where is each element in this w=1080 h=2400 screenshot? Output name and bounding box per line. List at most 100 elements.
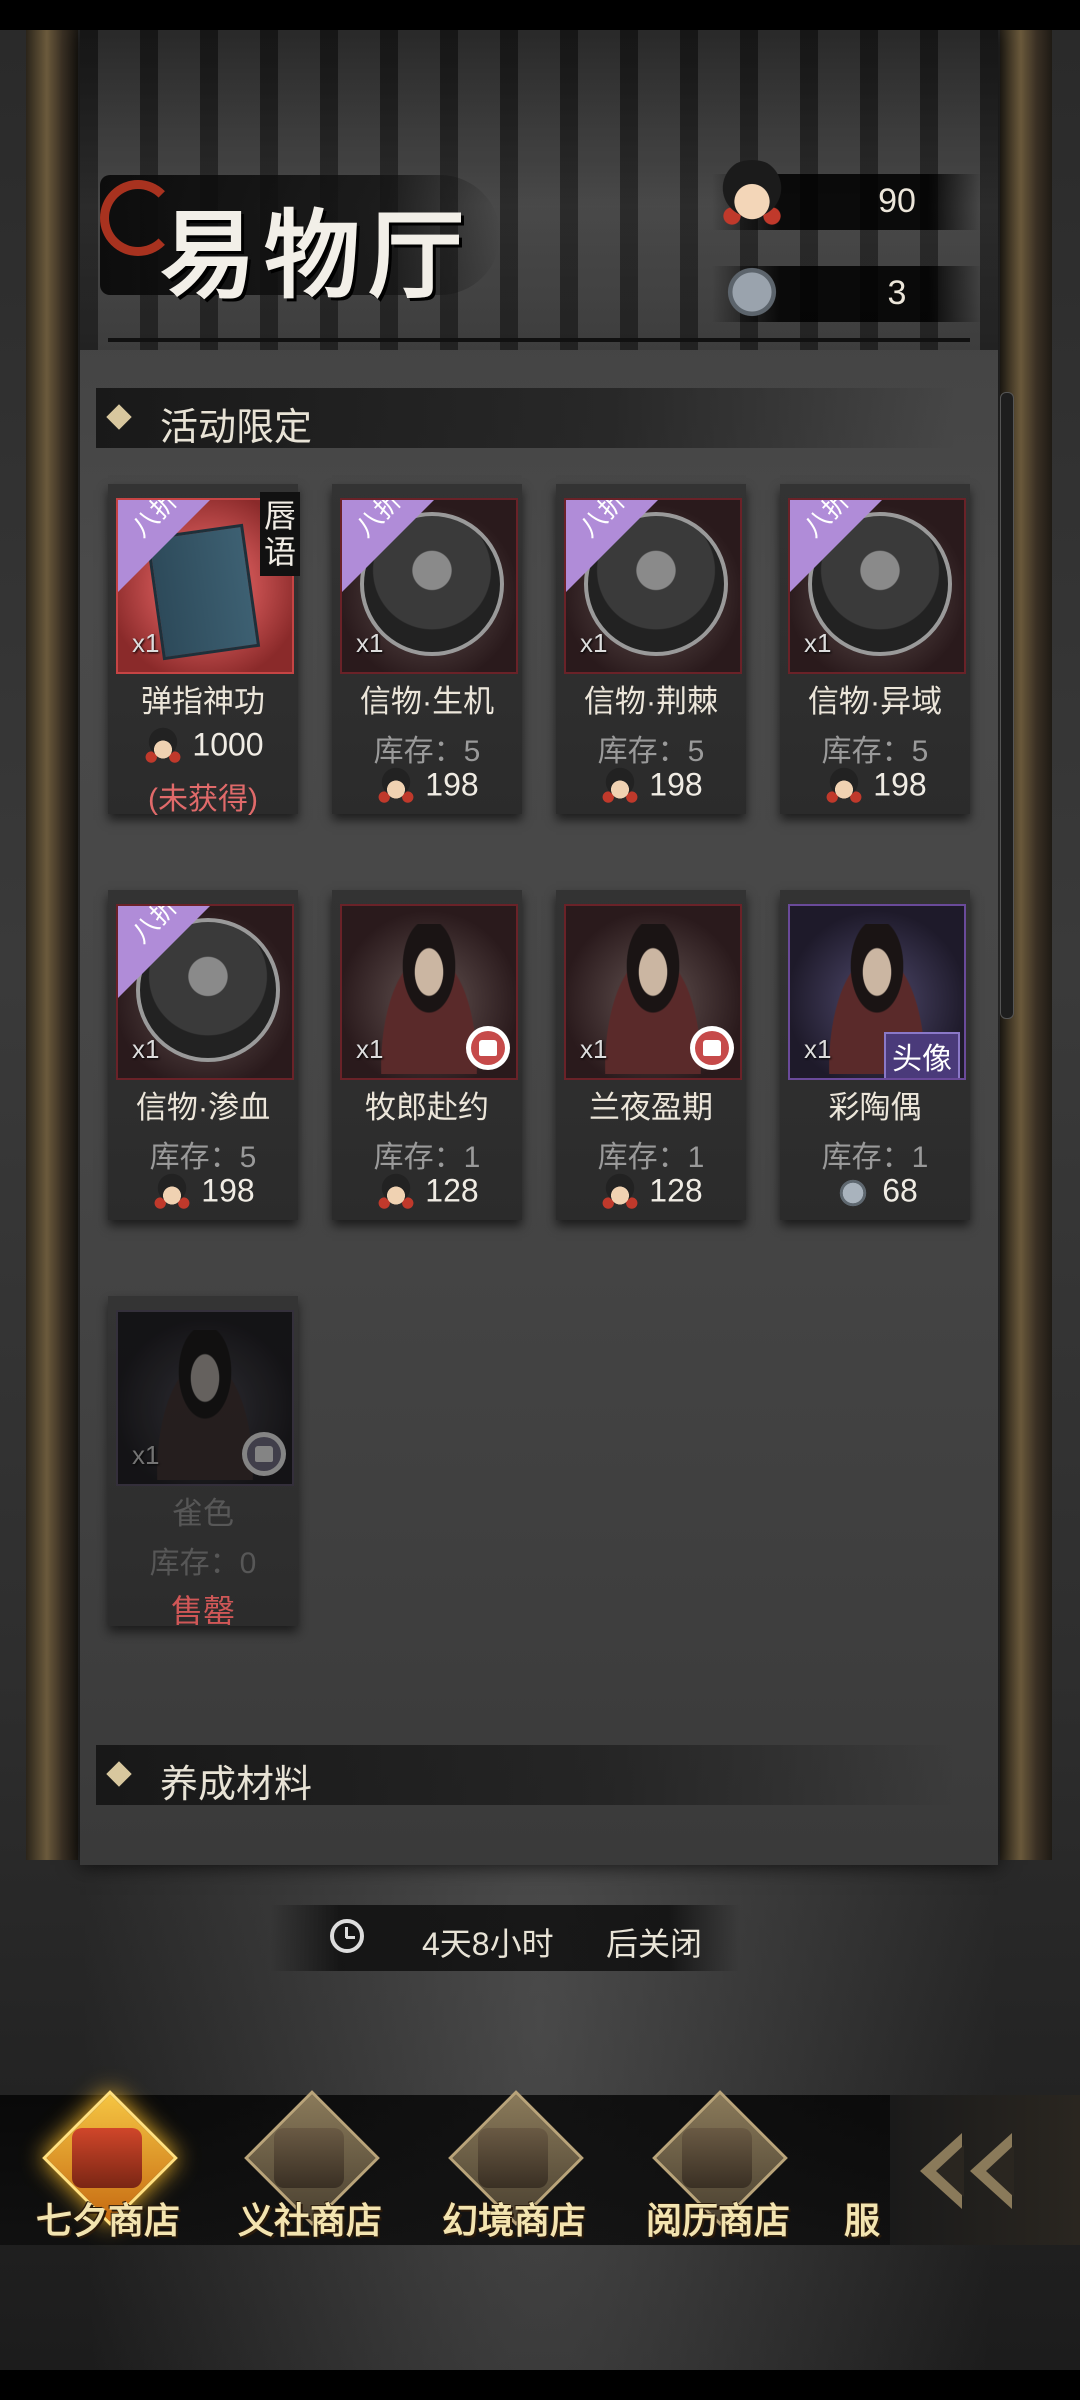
clock-icon (330, 1919, 364, 1953)
ceramic-doll-icon (823, 766, 866, 808)
item-stock: 库存：5 (149, 1141, 257, 1174)
section-header-materials: 养成材料 (96, 1745, 956, 1806)
shop-close-timer: 4天8小时 后关闭 (270, 1905, 740, 1971)
item-quantity: x1 (132, 1034, 160, 1064)
ceramic-doll-icon (375, 1172, 418, 1214)
item-thumbnail: 八折 x1 (116, 904, 294, 1080)
item-name: 信物·荆棘 (583, 684, 719, 719)
item-stock: 库存：1 (597, 1141, 705, 1174)
tab-label: 七夕商店 (35, 2200, 180, 2241)
item-quantity: x1 (580, 628, 608, 658)
outfit-icon (466, 1026, 510, 1070)
ceramic-doll-icon (151, 1172, 194, 1214)
ceramic-doll-icon (375, 766, 418, 808)
item-thumbnail: x1 (116, 1310, 294, 1486)
item-thumbnail: x1 (340, 904, 518, 1080)
shop-item-card[interactable]: x1 雀色 库存：0 售罄 (108, 1296, 298, 1629)
outfit-icon (690, 1026, 734, 1070)
section-label: 养成材料 (160, 1764, 313, 1806)
chevron-left-icon (920, 2133, 964, 2209)
item-quantity: x1 (580, 1034, 608, 1064)
item-price: 1000 (108, 726, 298, 768)
item-status: (未获得) (148, 783, 258, 816)
sold-out-label: 售罄 (170, 1593, 235, 1629)
item-name: 牧郎赴约 (365, 1090, 489, 1125)
shop-item-card[interactable]: 八折 x1 信物·荆棘 库存：5 198 (556, 484, 746, 814)
item-thumbnail: 八折 x1 (788, 498, 966, 674)
currency-mask[interactable]: 3 (712, 252, 982, 332)
currency-doll[interactable]: 90 (712, 160, 982, 240)
tab-label: 服 (844, 2200, 881, 2241)
currency-doll-value: 90 (878, 182, 916, 220)
ceramic-doll-icon (599, 766, 642, 808)
shop-item-card[interactable]: x1 牧郎赴约 库存：1 128 (332, 890, 522, 1220)
treasure-chest-icon (72, 2128, 142, 2188)
item-tag: 唇语 (260, 492, 300, 576)
item-thumbnail: x1 头像 (788, 904, 966, 1080)
outfit-icon (242, 1432, 286, 1476)
shop-item-card[interactable]: x1 兰夜盈期 库存：1 128 (556, 890, 746, 1220)
shop-item-card[interactable]: 八折 x1 信物·异域 库存：5 198 (780, 484, 970, 814)
item-price: 198 (780, 766, 970, 808)
mask-icon (712, 252, 792, 332)
tab-clothing-shop[interactable]: 服 (800, 2100, 890, 2250)
item-quantity: x1 (804, 628, 832, 658)
page-title: 易物厅 (160, 199, 472, 312)
item-price: 128 (556, 1172, 746, 1214)
item-quantity: x1 (356, 628, 384, 658)
item-quantity: x1 (132, 1440, 160, 1470)
item-name: 兰夜盈期 (589, 1090, 713, 1125)
item-name: 信物·生机 (359, 684, 495, 719)
section-header-limited: 活动限定 (96, 388, 956, 449)
item-price: 198 (108, 1172, 298, 1214)
ceramic-doll-icon (712, 160, 792, 240)
tab-guild-shop[interactable]: 义社商店 (220, 2090, 400, 2250)
bird-icon (478, 2128, 548, 2188)
item-stock: 库存：1 (821, 1141, 929, 1174)
item-quantity: x1 (132, 628, 160, 658)
item-name: 雀色 (172, 1496, 234, 1531)
tab-label: 幻境商店 (441, 2200, 586, 2241)
item-thumbnail: x1 (564, 904, 742, 1080)
section-label: 活动限定 (160, 407, 313, 449)
item-name: 信物·渗血 (135, 1090, 271, 1125)
shop-item-card[interactable]: 八折 x1 信物·渗血 库存：5 198 (108, 890, 298, 1220)
scrollbar[interactable] (1000, 392, 1014, 1019)
header-divider (108, 338, 970, 342)
collapse-tabs-button[interactable] (890, 2095, 1080, 2245)
diamond-icon (106, 404, 132, 430)
item-stock: 库存：1 (373, 1141, 481, 1174)
shop-item-card[interactable]: x1 头像 彩陶偶 库存：1 68 (780, 890, 970, 1220)
item-thumbnail: 八折 x1 (340, 498, 518, 674)
timer-remaining: 4天8小时 (422, 1926, 554, 1962)
status-bar (0, 0, 1080, 30)
timer-suffix: 后关闭 (606, 1926, 703, 1962)
tab-experience-shop[interactable]: 阅历商店 (628, 2090, 808, 2250)
ceramic-doll-icon (142, 726, 185, 768)
item-stock: 库存：5 (597, 735, 705, 768)
shop-item-card[interactable]: 八折 x1 唇语 弹指神功 1000 (未获得) (108, 484, 300, 816)
tab-label: 义社商店 (237, 2200, 382, 2241)
item-stock: 库存：0 (149, 1547, 257, 1580)
currency-mask-value: 3 (887, 274, 907, 312)
item-name: 彩陶偶 (828, 1090, 922, 1125)
item-name: 信物·异域 (807, 684, 943, 719)
ceramic-doll-icon (599, 1172, 642, 1214)
tab-illusion-shop[interactable]: 幻境商店 (424, 2090, 604, 2250)
item-stock: 库存：5 (373, 735, 481, 768)
chevron-left-icon (970, 2133, 1014, 2209)
book-icon (682, 2128, 752, 2188)
left-pillar (26, 30, 78, 1860)
item-name: 弹指神功 (141, 684, 265, 719)
item-thumbnail: 八折 x1 (564, 498, 742, 674)
tab-label: 阅历商店 (645, 2200, 790, 2241)
navigation-bar (0, 2370, 1080, 2400)
item-price: 198 (556, 766, 746, 808)
shop-item-card[interactable]: 八折 x1 信物·生机 库存：5 198 (332, 484, 522, 814)
item-quantity: x1 (356, 1034, 384, 1064)
item-price: 198 (332, 766, 522, 808)
item-price: 128 (332, 1172, 522, 1214)
tab-qixi-shop[interactable]: 七夕商店 (18, 2090, 198, 2250)
item-price: 68 (780, 1172, 970, 1214)
avatar-tag: 头像 (884, 1032, 960, 1078)
